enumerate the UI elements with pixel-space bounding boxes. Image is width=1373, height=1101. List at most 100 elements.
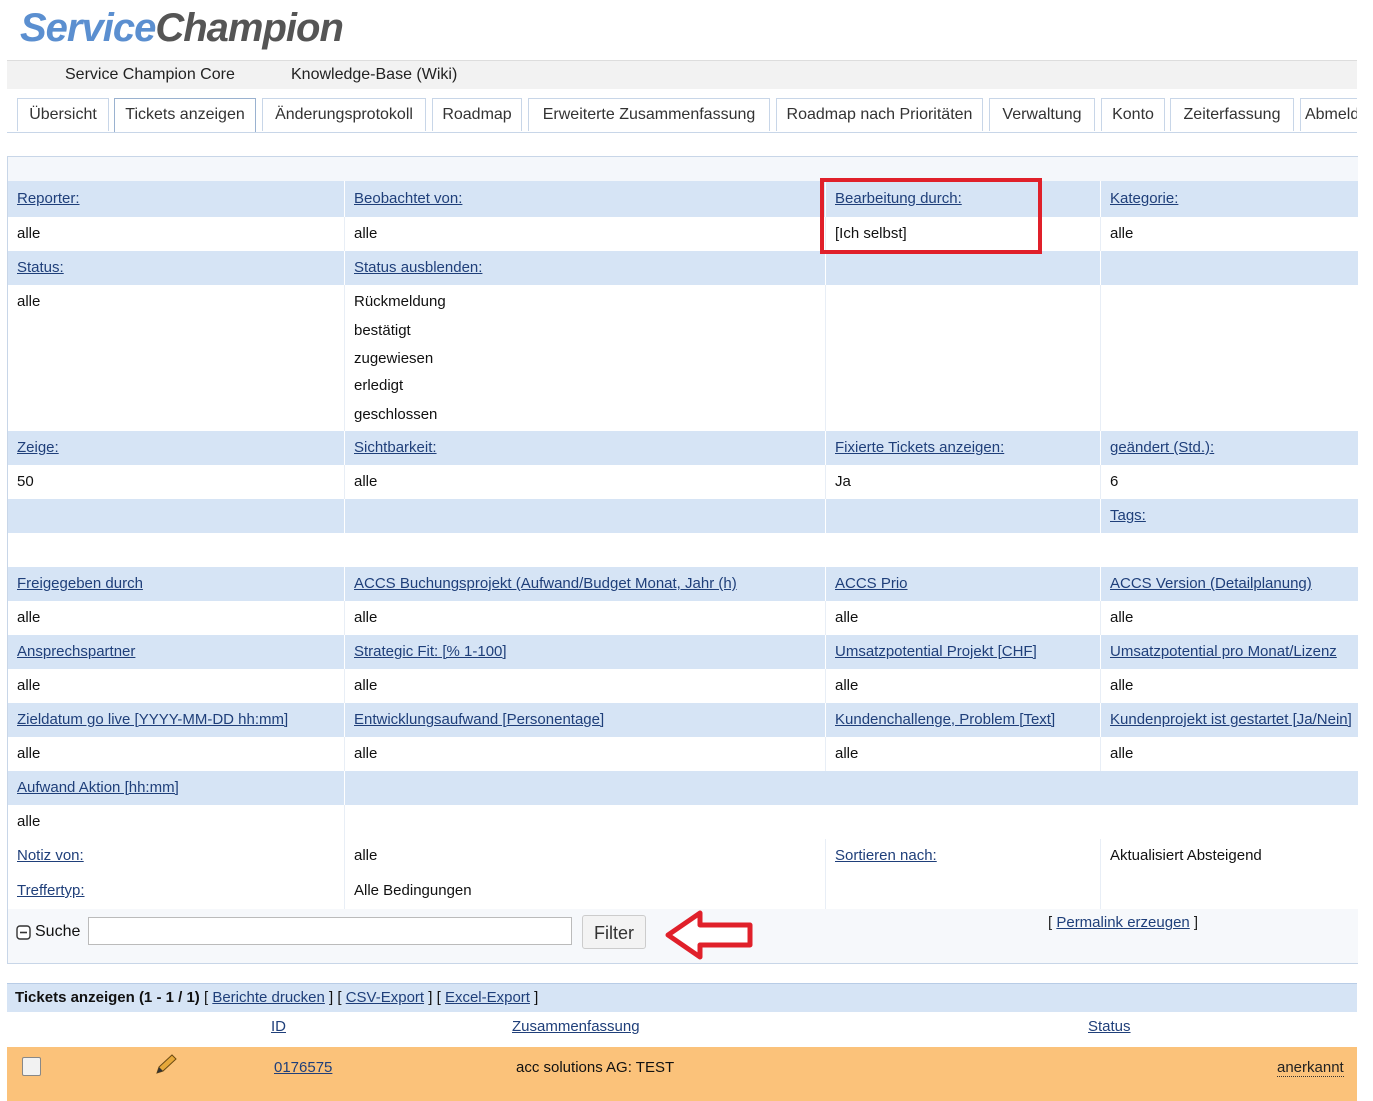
filter-released-by-label[interactable]: Freigegeben durch [17, 575, 143, 592]
filter-value-row-4: alle alle alle alle [8, 601, 1358, 635]
filter-show-label[interactable]: Zeige: [17, 439, 59, 456]
search-toggle[interactable]: Suche [16, 923, 80, 941]
filter-reporter-label[interactable]: Reporter: [17, 190, 80, 207]
filter-status-label[interactable]: Status: [17, 259, 64, 276]
filter-header-row-7: Aufwand Aktion [hh:mm] [8, 771, 1358, 805]
filter-visibility-label[interactable]: Sichtbarkeit: [354, 439, 437, 456]
search-input[interactable] [88, 917, 572, 945]
table-row[interactable]: 0176575 acc solutions AG: TEST anerkannt [7, 1047, 1357, 1101]
tab-account[interactable]: Konto [1101, 98, 1165, 131]
project-link-core[interactable]: Service Champion Core [65, 66, 235, 84]
excel-export-link[interactable]: Excel-Export [445, 989, 530, 1006]
filter-reporter-value: alle [17, 225, 41, 242]
filter-action-effort-label[interactable]: Aufwand Aktion [hh:mm] [17, 779, 179, 796]
filter-revenue-project-value: alle [835, 677, 859, 694]
filter-customer-challenge-value: alle [835, 745, 859, 762]
filter-match-label[interactable]: Treffertyp: [17, 882, 85, 899]
filter-category-label[interactable]: Kategorie: [1110, 190, 1178, 207]
filter-contact-value: alle [17, 677, 41, 694]
permalink-link[interactable]: Permalink erzeugen [1056, 914, 1189, 931]
filter-match-row: Treffertyp: Alle Bedingungen [8, 873, 1358, 909]
filter-sort-value: Aktualisiert Absteigend [1110, 847, 1262, 864]
row-checkbox[interactable] [22, 1057, 41, 1076]
column-summary[interactable]: Zusammenfassung [512, 1018, 640, 1035]
tab-roadmap-priorities[interactable]: Roadmap nach Prioritäten [776, 98, 983, 131]
tab-logout[interactable]: Abmelden [1300, 98, 1357, 131]
filter-header-row-5: Ansprechspartner Strategic Fit: [% 1-100… [8, 635, 1358, 669]
filter-dev-effort-label[interactable]: Entwicklungsaufwand [Personentage] [354, 711, 604, 728]
filter-note-row: Notiz von: alle Sortieren nach: Aktualis… [8, 839, 1358, 873]
filter-project-started-value: alle [1110, 745, 1134, 762]
hide-status-item: erledigt [354, 377, 404, 394]
tab-overview[interactable]: Übersicht [17, 98, 109, 131]
tab-view-tickets[interactable]: Tickets anzeigen [114, 98, 256, 132]
filter-value-row-6: alle alle alle alle [8, 737, 1358, 771]
logo-part1: Service [20, 6, 156, 50]
tab-extended-summary[interactable]: Erweiterte Zusammenfassung [528, 98, 770, 131]
filter-accs-prio-label[interactable]: ACCS Prio [835, 575, 908, 592]
tab-administration[interactable]: Verwaltung [989, 98, 1095, 131]
filter-strategic-fit-value: alle [354, 677, 378, 694]
filter-header-row-2: Status: Status ausblenden: [8, 251, 1358, 285]
filter-strategic-fit-label[interactable]: Strategic Fit: [% 1-100] [354, 643, 507, 660]
filter-changed-value: 6 [1110, 473, 1119, 490]
filter-accs-version-label[interactable]: ACCS Version (Detailplanung) [1110, 575, 1312, 592]
filter-changed-label[interactable]: geändert (Std.): [1110, 439, 1214, 456]
filter-value-row-2: alle Rückmeldung bestätigt zugewiesen er… [8, 285, 1358, 431]
filter-action-effort-value: alle [17, 813, 41, 830]
filter-sticky-label[interactable]: Fixierte Tickets anzeigen: [835, 439, 1004, 456]
tab-roadmap[interactable]: Roadmap [432, 98, 522, 131]
filter-project-started-label[interactable]: Kundenprojekt ist gestartet [Ja/Nein] [1110, 711, 1352, 728]
filter-panel: Reporter: Beobachtet von: Bearbeitung du… [7, 156, 1358, 964]
column-id[interactable]: ID [271, 1018, 286, 1035]
filter-revenue-month-label[interactable]: Umsatzpotential pro Monat/Lizenz [1110, 643, 1337, 660]
filter-revenue-month-value: alle [1110, 677, 1134, 694]
hide-status-item: zugewiesen [354, 350, 434, 367]
filter-monitored-value: alle [354, 225, 378, 242]
filter-header-row-3: Zeige: Sichtbarkeit: Fixierte Tickets an… [8, 431, 1358, 465]
filter-header-row-6: Zieldatum go live [YYYY-MM-DD hh:mm] Ent… [8, 703, 1358, 737]
edit-pencil-icon[interactable] [153, 1053, 179, 1075]
hide-status-item: Rückmeldung [354, 293, 446, 310]
results-title: Tickets anzeigen (1 - 1 / 1) [15, 989, 200, 1006]
permalink-wrapper: [ Permalink erzeugen ] [1048, 914, 1199, 931]
filter-note-label[interactable]: Notiz von: [17, 847, 84, 864]
column-status[interactable]: Status [1088, 1018, 1131, 1035]
filter-dev-effort-value: alle [354, 745, 378, 762]
annotation-arrow-icon [665, 910, 753, 960]
print-reports-link[interactable]: Berichte drucken [212, 989, 325, 1006]
results-bar: Tickets anzeigen (1 - 1 / 1) [ Berichte … [7, 983, 1357, 1012]
filter-value-row-tags [8, 533, 1358, 567]
search-label: Suche [35, 923, 81, 940]
filter-note-value: alle [354, 847, 378, 864]
filter-booking-project-value: alle [354, 609, 378, 626]
main-tabs: Übersicht Tickets anzeigen Änderungsprot… [7, 98, 1357, 133]
ticket-id-link[interactable]: 0176575 [274, 1059, 332, 1076]
filter-button[interactable]: Filter [582, 915, 646, 949]
app-logo: ServiceChampion [20, 6, 344, 51]
filter-header-row-tags: Tags: [8, 499, 1358, 533]
filter-contact-label[interactable]: Ansprechspartner [17, 643, 135, 660]
annotation-highlight-box [820, 178, 1042, 254]
filter-sort-label[interactable]: Sortieren nach: [835, 847, 937, 864]
filter-go-live-value: alle [17, 745, 41, 762]
logo-part2: Champion [155, 6, 344, 50]
filter-category-value: alle [1110, 225, 1134, 242]
tab-time-tracking[interactable]: Zeiterfassung [1170, 98, 1294, 131]
filter-hide-status-label[interactable]: Status ausblenden: [354, 259, 482, 276]
filter-header-row-4: Freigegeben durch ACCS Buchungsprojekt (… [8, 567, 1358, 601]
tab-changelog[interactable]: Änderungsprotokoll [262, 98, 426, 131]
ticket-summary: acc solutions AG: TEST [516, 1059, 675, 1076]
filter-booking-project-label[interactable]: ACCS Buchungsprojekt (Aufwand/Budget Mon… [354, 575, 737, 592]
filter-go-live-label[interactable]: Zieldatum go live [YYYY-MM-DD hh:mm] [17, 711, 288, 728]
filter-customer-challenge-label[interactable]: Kundenchallenge, Problem [Text] [835, 711, 1055, 728]
hide-status-item: bestätigt [354, 322, 411, 339]
collapse-icon [16, 924, 31, 940]
project-link-wiki[interactable]: Knowledge-Base (Wiki) [291, 66, 457, 84]
filter-revenue-project-label[interactable]: Umsatzpotential Projekt [CHF] [835, 643, 1037, 660]
filter-monitored-label[interactable]: Beobachtet von: [354, 190, 462, 207]
filter-tags-label[interactable]: Tags: [1110, 507, 1146, 524]
project-bar: Service Champion Core Knowledge-Base (Wi… [7, 60, 1357, 89]
csv-export-link[interactable]: CSV-Export [346, 989, 424, 1006]
filter-show-value: 50 [17, 473, 34, 490]
